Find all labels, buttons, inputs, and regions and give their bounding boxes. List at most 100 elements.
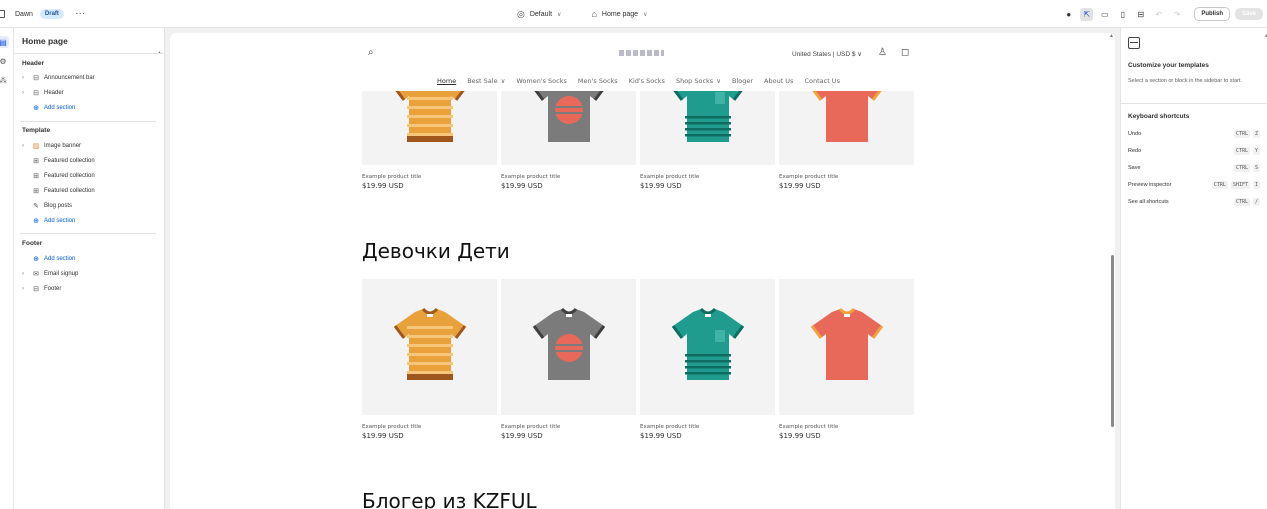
ai-icon[interactable]: ● — [1062, 8, 1075, 21]
shortcut-keys: CTRL S — [1233, 164, 1260, 172]
redo-icon[interactable]: ↷ — [1170, 8, 1183, 21]
product-card-image[interactable] — [501, 91, 636, 165]
icon-rail: ▤ ⚙ ⁂ — [0, 28, 14, 509]
country-selector[interactable]: United States | USD $ ∨ — [792, 50, 862, 58]
draft-badge: Draft — [39, 9, 64, 19]
group-template: Template — [22, 127, 51, 134]
tshirt-image — [812, 91, 882, 142]
exit-icon[interactable] — [0, 10, 5, 18]
nav-link[interactable]: Home — [437, 77, 456, 85]
apps-icon[interactable]: ⁂ — [0, 74, 9, 86]
preview-scrollbar[interactable] — [1111, 255, 1114, 427]
sidebar-item-label: Announcement bar — [44, 74, 95, 81]
chevron-right-icon[interactable]: › — [22, 75, 28, 81]
sidebar-item-featured-collection[interactable]: ⊞ Featured collection — [32, 171, 95, 180]
sections-icon[interactable]: ▤ — [0, 36, 9, 48]
product-title[interactable]: Example product title — [501, 424, 560, 430]
key-cap: CTRL — [1233, 147, 1250, 155]
store-logo[interactable] — [619, 50, 664, 56]
nav-link[interactable]: Men's Socks — [578, 77, 618, 85]
product-price: $19.99 USD — [501, 432, 543, 440]
divider — [14, 53, 164, 54]
product-title[interactable]: Example product title — [779, 424, 838, 430]
product-card-image[interactable] — [640, 91, 775, 165]
product-card-image[interactable] — [501, 279, 636, 415]
sidebar-item-email-signup[interactable]: › ✉ Email signup — [22, 269, 78, 278]
sidebar-item-label: Header — [44, 89, 64, 96]
add-section-label: Add section — [44, 255, 76, 262]
sidebar-item-header[interactable]: › ⊟ Header — [22, 88, 64, 97]
page-label: Home page — [601, 10, 639, 18]
product-card-image[interactable] — [362, 279, 497, 415]
chevron-down-icon: ∨ — [500, 77, 506, 85]
chevron-right-icon[interactable]: › — [22, 143, 28, 149]
sidebar-item-featured-collection[interactable]: ⊞ Featured collection — [32, 156, 95, 165]
collection-heading: Девочки Дети — [362, 239, 510, 263]
sidebar-item-blog-posts[interactable]: ✎ Blog posts — [32, 201, 72, 210]
account-icon[interactable]: ♙ — [878, 47, 887, 58]
product-title[interactable]: Example product title — [779, 174, 838, 180]
product-title[interactable]: Example product title — [362, 424, 421, 430]
key-cap: SHIFT — [1230, 181, 1250, 189]
mobile-icon[interactable]: ▯ — [1116, 8, 1129, 21]
page-selector[interactable]: ⌂ Home page ∨ — [591, 9, 647, 19]
add-section-template[interactable]: ⊕ Add section — [32, 216, 75, 225]
more-actions-button[interactable]: ··· — [76, 11, 86, 18]
product-card-image[interactable] — [362, 91, 497, 165]
nav-link[interactable]: About Us — [764, 77, 793, 85]
panel-title: Customize your templates — [1128, 62, 1209, 69]
product-title[interactable]: Example product title — [362, 174, 421, 180]
product-title[interactable]: Example product title — [501, 174, 560, 180]
shortcut-keys: CTRL SHIFT I — [1211, 181, 1260, 189]
sidebar-item-image-banner[interactable]: › ▨ Image banner — [22, 141, 81, 150]
chevron-right-icon[interactable]: › — [22, 286, 28, 292]
nav-link[interactable]: Shop Socks — [676, 77, 713, 85]
desktop-icon[interactable]: ▭ — [1098, 8, 1111, 21]
sidebar-item-label: Blog posts — [44, 202, 73, 209]
nav-link[interactable]: Best Sale — [467, 77, 497, 85]
chevron-right-icon[interactable]: › — [22, 90, 28, 96]
product-card-image[interactable] — [779, 279, 914, 415]
globe-icon: ◎ — [517, 8, 525, 19]
add-section-header[interactable]: ⊕ Add section — [32, 103, 75, 112]
add-section-footer[interactable]: ⊕ Add section — [32, 254, 75, 263]
inspector-icon[interactable]: ⇱ — [1080, 7, 1094, 21]
nav-link[interactable]: Contact Us — [804, 77, 840, 85]
publish-button[interactable]: Publish — [1194, 7, 1230, 21]
product-title[interactable]: Example product title — [640, 174, 699, 180]
grid-icon: ⊞ — [33, 187, 39, 195]
cart-icon[interactable]: ◻ — [901, 47, 909, 58]
chevron-right-icon[interactable]: › — [22, 271, 28, 277]
scroll-up-icon[interactable]: ▲ — [1109, 33, 1114, 39]
top-bar-center: ◎ Default ∨ ⌂ Home page ∨ — [517, 0, 648, 28]
product-card-image[interactable] — [640, 279, 775, 415]
divider — [20, 121, 156, 122]
group-header: Header — [22, 60, 45, 67]
sidebar-item-announcement-bar[interactable]: › ⊟ Announcement bar — [22, 73, 95, 82]
shortcut-row: See all shortcuts CTRL / — [1128, 198, 1260, 206]
right-panel: ▲ Customize your templates Select a sect… — [1120, 28, 1267, 509]
store-preview[interactable]: ⌕ United States | USD $ ∨ ♙ ◻ Home Best S… — [170, 33, 1115, 509]
shortcut-action: Save — [1128, 165, 1141, 171]
image-icon: ▨ — [32, 142, 40, 150]
search-icon[interactable]: ⌕ — [368, 47, 374, 58]
shortcut-keys: CTRL / — [1233, 198, 1260, 206]
nav-link[interactable]: Kid's Socks — [629, 77, 665, 85]
sidebar-item-footer[interactable]: › ⊟ Footer — [22, 284, 61, 293]
fullscreen-icon[interactable]: ⊟ — [1134, 8, 1147, 21]
plus-circle-icon: ⊕ — [33, 255, 39, 263]
settings-icon[interactable]: ⚙ — [0, 55, 9, 67]
preset-selector[interactable]: ◎ Default ∨ — [517, 9, 561, 20]
country-label: United States | USD $ — [792, 51, 856, 58]
nav-link[interactable]: Women's Socks — [516, 77, 567, 85]
sidebar-item-featured-collection[interactable]: ⊞ Featured collection — [32, 186, 95, 195]
product-card-image[interactable] — [779, 91, 914, 165]
shortcut-row: Save CTRL S — [1128, 164, 1260, 172]
undo-icon[interactable]: ↶ — [1152, 8, 1165, 21]
product-price: $19.99 USD — [640, 182, 682, 190]
product-title[interactable]: Example product title — [640, 424, 699, 430]
top-bar-right: ● ⇱ ▭ ▯ ⊟ ↶ ↷ Publish Save — [1062, 0, 1263, 28]
nav-link[interactable]: Bloger — [732, 77, 753, 85]
shortcut-action: See all shortcuts — [1128, 199, 1169, 205]
save-button[interactable]: Save — [1234, 8, 1263, 20]
